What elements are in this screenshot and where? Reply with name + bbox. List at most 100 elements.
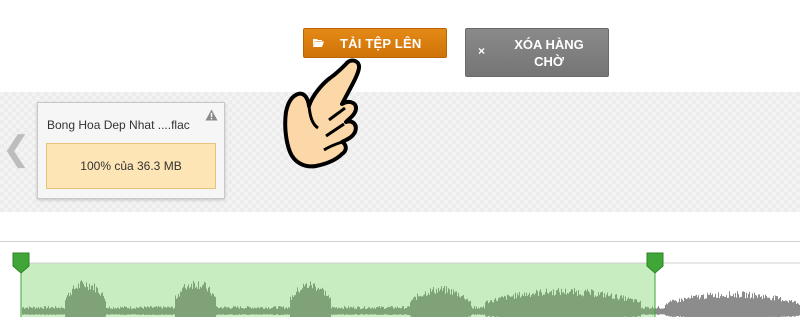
waveform-sample xyxy=(194,282,195,317)
waveform-sample xyxy=(62,307,63,315)
waveform-sample xyxy=(321,289,322,317)
waveform-sample xyxy=(195,287,196,317)
waveform-sample xyxy=(22,307,23,315)
waveform-sample xyxy=(478,307,479,315)
waveform-sample xyxy=(104,298,105,317)
waveform-sample xyxy=(86,282,87,317)
waveform-sample xyxy=(450,294,451,317)
waveform-sample xyxy=(192,288,193,317)
waveform-sample xyxy=(445,293,446,317)
waveform-sample xyxy=(163,306,164,316)
waveform-sample xyxy=(106,307,107,315)
waveform-sample xyxy=(579,294,580,317)
waveform-sample xyxy=(269,308,270,315)
waveform-sample xyxy=(669,301,670,317)
waveform-sample xyxy=(585,289,586,317)
clear-queue-button[interactable]: × XÓA HÀNG CHỜ xyxy=(465,28,609,77)
waveform-sample xyxy=(571,289,572,317)
waveform-sample xyxy=(758,294,759,317)
waveform-sample xyxy=(441,286,442,317)
waveform-sample xyxy=(326,296,327,317)
waveform-sample xyxy=(309,286,310,317)
waveform-sample xyxy=(797,302,798,317)
waveform-sample xyxy=(30,307,31,315)
queue-prev-arrow[interactable]: ❮ xyxy=(2,132,31,166)
waveform-sample xyxy=(426,295,427,317)
waveform-sample xyxy=(184,284,185,317)
waveform-sample xyxy=(622,298,623,317)
waveform-sample xyxy=(116,308,117,315)
waveform-sample xyxy=(117,307,118,315)
waveform-sample xyxy=(568,293,569,317)
waveform-sample xyxy=(65,300,66,317)
waveform-sample xyxy=(391,306,392,316)
waveform-sample xyxy=(447,292,448,317)
waveform-sample xyxy=(162,308,163,315)
waveform-sample xyxy=(460,297,461,317)
waveform-sample xyxy=(559,292,560,317)
waveform-sample xyxy=(668,302,669,317)
waveform-sample xyxy=(304,286,305,317)
waveform-sample xyxy=(198,281,199,317)
waveform-sample xyxy=(83,283,84,317)
waveform-sample xyxy=(712,293,713,317)
waveform-sample xyxy=(356,308,357,315)
waveform-sample xyxy=(674,300,675,317)
waveform-sample xyxy=(260,307,261,315)
waveform-sample xyxy=(548,294,549,317)
waveform-sample xyxy=(748,293,749,317)
waveform-sample xyxy=(72,288,73,317)
waveform-sample xyxy=(36,307,37,315)
waveform-sample xyxy=(242,308,243,315)
waveform-sample xyxy=(757,297,758,317)
waveform-sample xyxy=(191,283,192,317)
waveform-sample xyxy=(91,286,92,317)
waveform-sample xyxy=(406,308,407,315)
waveform-sample xyxy=(499,297,500,317)
waveform-sample xyxy=(339,307,340,315)
waveform-sample xyxy=(26,307,27,315)
waveform-sample xyxy=(630,298,631,317)
waveform-sample xyxy=(781,301,782,317)
waveform-sample xyxy=(583,296,584,317)
waveform-sample xyxy=(94,283,95,317)
waveform-sample xyxy=(342,308,343,315)
waveform-sample xyxy=(284,308,285,315)
upload-file-button[interactable]: TẢI TỆP LÊN xyxy=(303,28,447,58)
waveform-sample xyxy=(228,307,229,315)
waveform-sample xyxy=(795,301,796,317)
waveform-sample xyxy=(121,307,122,315)
waveform-sample xyxy=(397,306,398,315)
waveform-sample xyxy=(554,295,555,317)
waveform-sample xyxy=(31,307,32,315)
waveform-sample xyxy=(471,306,472,315)
waveform-sample xyxy=(400,308,401,315)
waveform-sample xyxy=(196,286,197,317)
waveform-sample xyxy=(599,295,600,317)
waveform-sample xyxy=(322,287,323,317)
waveform-sample xyxy=(274,306,275,316)
waveform-sample xyxy=(38,306,39,315)
waveform-sample xyxy=(315,286,316,317)
waveform-sample xyxy=(236,307,237,315)
waveform-sample xyxy=(682,299,683,317)
waveform-sample xyxy=(55,306,56,316)
audio-waveform[interactable] xyxy=(0,241,800,317)
waveform-sample xyxy=(514,298,515,317)
waveform-sample xyxy=(647,306,648,315)
warning-icon[interactable] xyxy=(205,109,218,121)
waveform-sample xyxy=(464,298,465,317)
waveform-sample xyxy=(723,295,724,317)
waveform-sample xyxy=(405,308,406,315)
waveform-sample xyxy=(53,308,54,315)
waveform-sample xyxy=(61,306,62,315)
waveform-sample xyxy=(739,297,740,317)
waveform-sample xyxy=(740,297,741,317)
waveform-sample xyxy=(629,298,630,317)
waveform-sample xyxy=(625,296,626,317)
waveform-sample xyxy=(790,300,791,317)
waveform-sample xyxy=(453,289,454,317)
waveform-sample xyxy=(707,292,708,317)
waveform-sample xyxy=(777,296,778,317)
waveform-sample xyxy=(365,308,366,315)
